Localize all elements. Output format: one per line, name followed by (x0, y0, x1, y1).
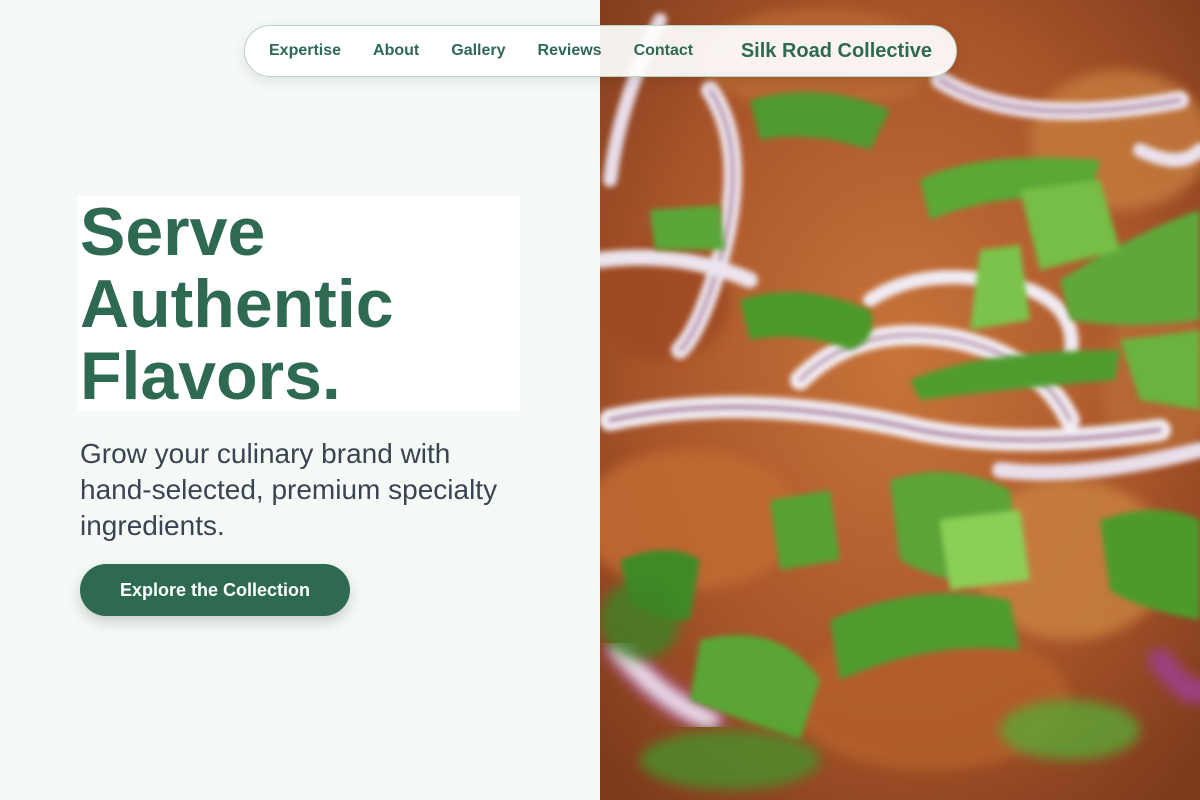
hero-subtitle: Grow your culinary brand with hand-selec… (80, 438, 498, 541)
nav-link-contact[interactable]: Contact (634, 42, 694, 60)
nav-link-expertise[interactable]: Expertise (269, 42, 341, 60)
headline-line-2: Authentic (80, 266, 394, 342)
hero-headline: Serve Authentic Flavors. (80, 196, 520, 412)
explore-collection-button[interactable]: Explore the Collection (80, 564, 350, 616)
nav-link-reviews[interactable]: Reviews (538, 42, 602, 60)
brand-logo-text[interactable]: Silk Road Collective (741, 40, 932, 63)
hero-food-image (600, 0, 1200, 800)
top-navigation: Expertise About Gallery Reviews Contact … (244, 25, 957, 77)
nav-link-gallery[interactable]: Gallery (451, 42, 505, 60)
headline-line-1: Serve (80, 194, 266, 270)
headline-line-3: Flavors. (80, 338, 341, 414)
nav-link-about[interactable]: About (373, 42, 419, 60)
nav-links: Expertise About Gallery Reviews Contact (269, 42, 725, 60)
